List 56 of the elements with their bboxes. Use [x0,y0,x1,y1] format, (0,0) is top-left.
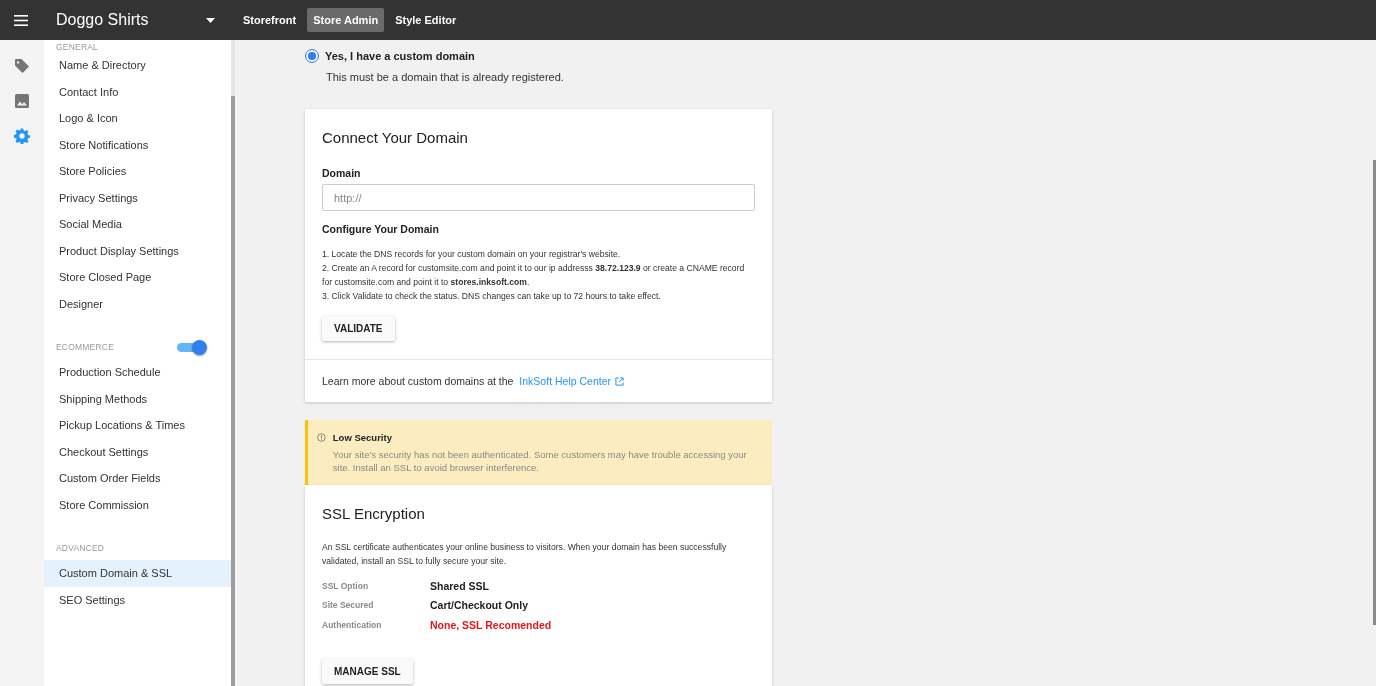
detail-value: None, SSL Recomended [430,618,552,631]
alert-title: Low Security [332,432,393,443]
detail-label: Site Secured [322,600,375,611]
alert-message: Your site's security has not been authenticated. Some customers may have trouble accessing your site. Install an SSL to avoid browser interference. [332,448,748,474]
section-heading: ECOMMERCE [56,342,114,352]
validate-button[interactable]: VALIDATE [322,316,395,341]
sidebar-item[interactable]: Store Notifications [44,131,231,158]
store-name: Doggo Shirts [56,11,150,29]
sidebar-item[interactable]: SEO Settings [44,586,231,613]
domain-input-field[interactable]: http:// [322,184,755,211]
toggle-switch[interactable] [177,340,207,354]
sidebar-item[interactable]: Shipping Methods [44,385,231,412]
description-text: An SSL certificate authenticates your online business to visitors. When your domain has been successfully validated, install an SSL to fully secure your site. [322,541,728,568]
card-title: Connect Your Domain [322,129,469,146]
settings-icon[interactable] [14,128,30,144]
field-label: Domain [322,167,362,179]
instruction-step: 3. Click Validate to check the status. DNS changes can take up to 72 hours to take effect. [322,289,755,303]
radio-label[interactable]: Yes, I have a custom domain [325,50,475,62]
sidebar-item[interactable]: Store Commission [44,491,231,518]
caret-icon[interactable] [206,17,215,23]
sidebar-item[interactable]: Custom Domain & SSL [44,560,231,587]
detail-label: SSL Option [322,580,370,591]
sidebar-item[interactable]: Store Policies [44,158,231,185]
sidebar-item[interactable]: Checkout Settings [44,438,231,465]
nav-tab[interactable]: Store Admin [307,8,385,32]
sidebar-item[interactable]: Designer [44,290,231,317]
instruction-step: 2. Create an A record for customsite.com and point it to our ip addresss 38.72.123.9 or create a CNAME record for customsite.com and point it to stores.inksoft.com. [322,261,755,289]
help-text: Learn more about custom domains at the InkSoft Help Center [322,375,624,387]
tag-icon[interactable] [14,58,30,74]
card-title: SSL Encryption [322,505,426,522]
manage-ssl-button[interactable]: MANAGE SSL [322,658,413,684]
sidebar-item[interactable]: Product Display Settings [44,237,231,264]
sidebar-item[interactable]: Social Media [44,211,231,238]
hint-text: This must be a domain that is already registered. [326,71,565,83]
external-link-icon [615,376,624,386]
section-heading: ADVANCED [56,543,105,553]
detail-label: Authentication [322,619,383,630]
sidebar-item[interactable]: Pickup Locations & Times [44,412,231,439]
sidebar-item[interactable]: Logo & Icon [44,105,231,132]
sidebar-item[interactable]: Contact Info [44,78,231,105]
alert-icon [317,431,326,444]
sidebar-item[interactable]: Name & Directory [44,52,231,79]
detail-value: Shared SSL [430,579,489,592]
sidebar-item[interactable]: Production Schedule [44,359,231,386]
detail-value: Cart/Checkout Only [430,599,529,612]
instruction-step: 1. Locate the DNS records for your custom domain on your registrar's website. [322,247,755,261]
section-heading: Configure Your Domain [322,223,440,235]
sidebar-item[interactable]: Privacy Settings [44,184,231,211]
image-icon[interactable] [14,93,30,109]
menu-icon[interactable] [14,14,28,26]
section-heading: GENERAL [56,41,99,52]
sidebar-item[interactable]: Custom Order Fields [44,465,231,492]
sidebar-item[interactable]: Store Closed Page [44,264,231,291]
scrollbar[interactable] [231,40,235,686]
nav-tab[interactable]: Storefront [237,8,303,32]
nav-tab[interactable]: Style Editor [389,8,463,32]
